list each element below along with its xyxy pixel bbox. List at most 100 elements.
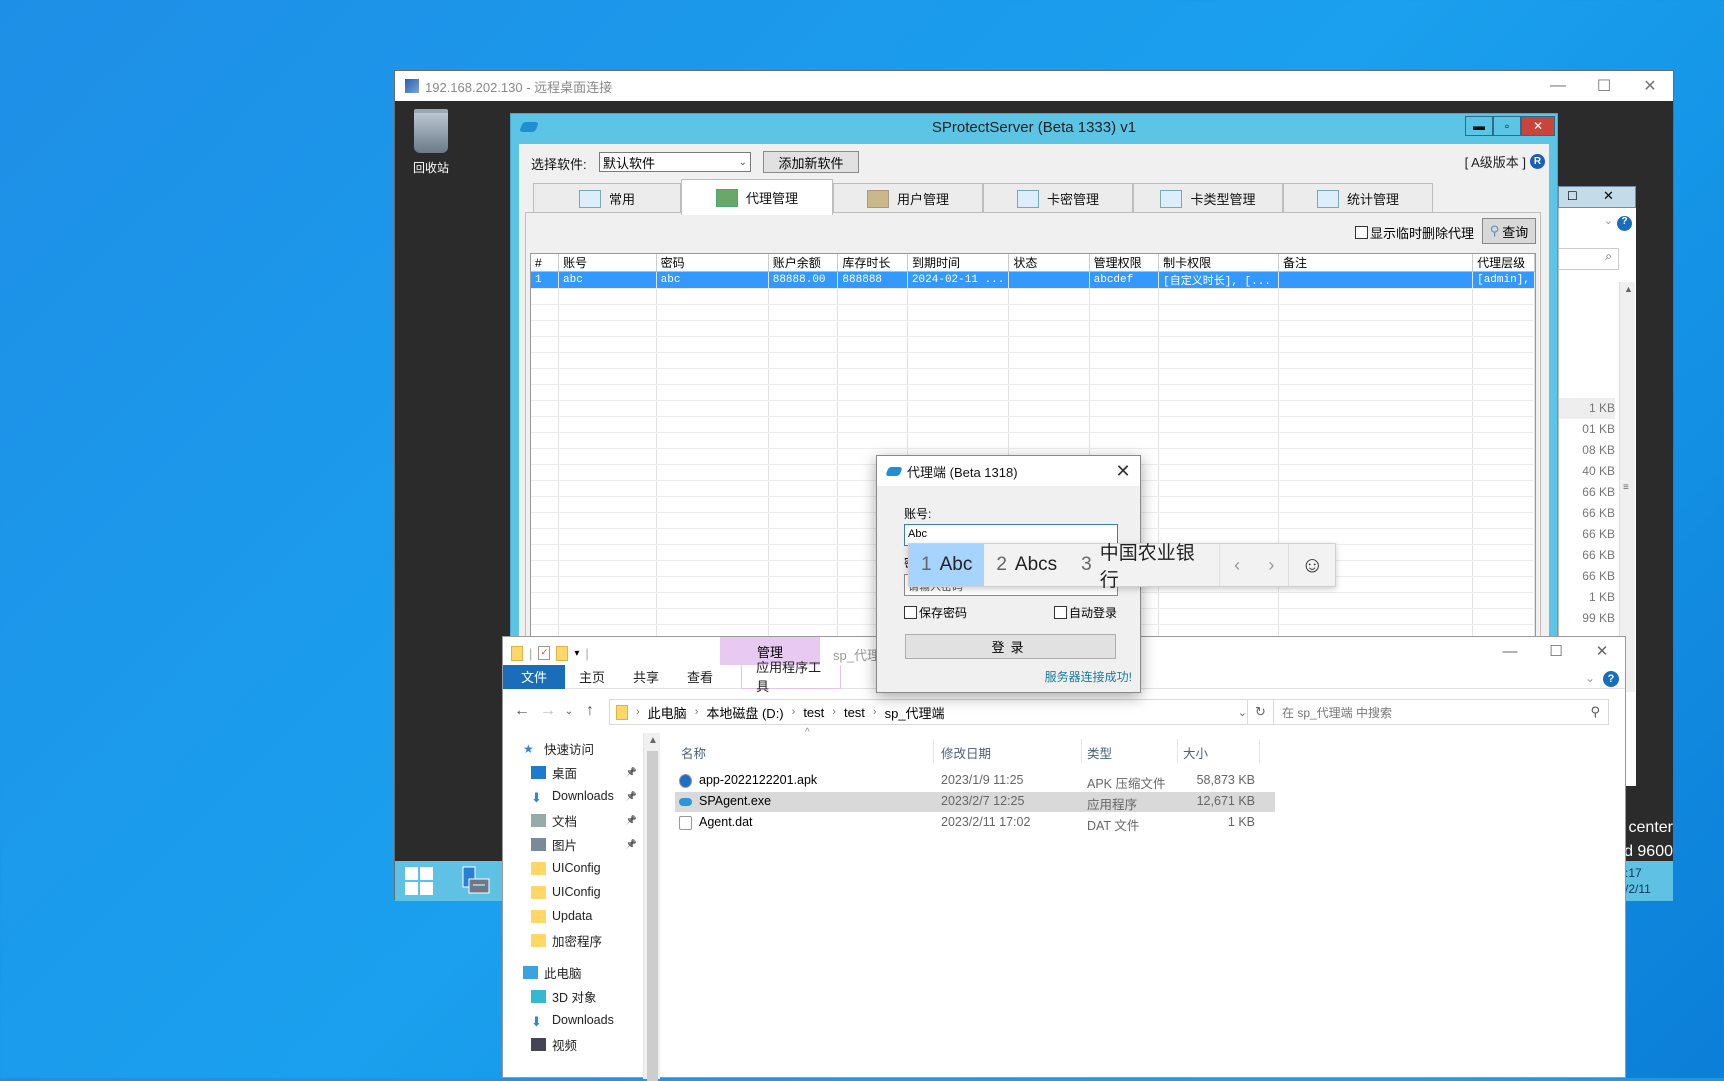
add-software-button[interactable]: 添加新软件 xyxy=(763,151,859,173)
ime-candidate[interactable]: 1 Abc xyxy=(909,544,985,586)
rdp-maximize-button[interactable]: ☐ xyxy=(1581,71,1627,101)
ime-candidate[interactable]: 2 Abcs xyxy=(984,544,1069,586)
ime-candidate[interactable]: 3 中国农业银行 xyxy=(1069,543,1219,591)
ime-prev-icon[interactable]: ‹ xyxy=(1220,544,1254,586)
column-date[interactable]: 修改日期 xyxy=(941,743,991,762)
refresh-icon[interactable]: ↻ xyxy=(1247,700,1273,724)
server-manager-icon[interactable] xyxy=(459,865,491,897)
column-header[interactable]: 密码 xyxy=(656,254,769,272)
nav-item[interactable]: ★ 快速访问 xyxy=(503,737,643,759)
bg-help-icon[interactable]: ? xyxy=(1617,216,1632,231)
breadcrumb-item[interactable]: test xyxy=(803,705,824,720)
help-icon[interactable]: ? xyxy=(1603,671,1619,687)
scroll-up-icon[interactable]: ▲ xyxy=(648,735,658,746)
column-header[interactable]: 账号 xyxy=(558,254,657,272)
nav-item[interactable]: 视频 xyxy=(503,1033,643,1055)
tab-user-management[interactable]: 用户管理 xyxy=(833,183,983,213)
sp-minimize-button[interactable]: ▬ xyxy=(1465,116,1493,136)
windows-start-icon[interactable] xyxy=(405,867,433,895)
bg-search-icon[interactable]: ⌕ xyxy=(1559,248,1619,270)
qat-dropdown-icon[interactable]: ▾ xyxy=(574,648,579,659)
breadcrumb-item[interactable]: 本地磁盘 (D:) xyxy=(706,703,783,722)
column-header[interactable]: 制卡权限 xyxy=(1158,254,1280,272)
column-size[interactable]: 大小 xyxy=(1183,743,1208,762)
ribbon-tab-view[interactable]: 查看 xyxy=(673,665,727,689)
save-password-checkbox[interactable]: 保存密码 xyxy=(904,604,967,621)
nav-item[interactable]: ⬇ Downloads 📌 xyxy=(503,785,643,807)
ribbon-expand-icon[interactable]: ⌄ xyxy=(1585,671,1595,685)
column-type[interactable]: 类型 xyxy=(1087,743,1112,762)
show-deleted-agents-checkbox[interactable]: 显示临时删除代理 xyxy=(1354,223,1474,242)
rdp-minimize-button[interactable]: — xyxy=(1535,71,1581,101)
recycle-bin-desktop-icon[interactable]: 回收站 xyxy=(403,109,459,176)
bg-close-button[interactable]: ✕ xyxy=(1603,188,1614,204)
ribbon-tab-share[interactable]: 共享 xyxy=(619,665,673,689)
file-row[interactable]: SPAgent.exe 2023/2/7 12:25 应用程序 12,671 KB xyxy=(675,792,1275,812)
breadcrumb-item[interactable]: sp_代理端 xyxy=(885,703,945,722)
nav-item[interactable]: UIConfig xyxy=(503,857,643,879)
column-header[interactable]: 账户余额 xyxy=(768,254,839,272)
search-input[interactable]: 在 sp_代理端 中搜索 ⚲ xyxy=(1273,699,1609,725)
emoji-icon[interactable]: ☺ xyxy=(1289,544,1335,586)
nav-item[interactable]: UIConfig xyxy=(503,881,643,903)
new-folder-icon[interactable] xyxy=(556,645,569,661)
column-header[interactable]: 库存时长 xyxy=(837,254,908,272)
explorer-maximize-button[interactable]: ☐ xyxy=(1533,637,1579,665)
explorer-minimize-button[interactable]: — xyxy=(1487,637,1533,665)
column-header[interactable]: # xyxy=(531,254,560,272)
column-header[interactable]: 备注 xyxy=(1278,254,1474,272)
column-separator[interactable] xyxy=(1259,739,1260,763)
query-button[interactable]: ⚲ 查询 xyxy=(1482,218,1536,244)
column-header[interactable]: 管理权限 xyxy=(1089,254,1160,272)
ribbon-tab-file[interactable]: 文件 xyxy=(503,664,566,689)
up-icon[interactable]: ↑ xyxy=(577,702,603,720)
sp-close-button[interactable]: ✕ xyxy=(1521,116,1555,136)
explorer-close-button[interactable]: ✕ xyxy=(1579,637,1625,665)
bg-scrollbar[interactable]: ▲ ≡ xyxy=(1619,282,1635,692)
column-separator[interactable] xyxy=(1177,739,1178,763)
bg-maximize-button[interactable]: ☐ xyxy=(1567,189,1578,203)
breadcrumb-item[interactable]: test xyxy=(844,705,865,720)
properties-icon[interactable]: ✓ xyxy=(538,646,551,660)
column-header[interactable]: 状态 xyxy=(1008,254,1090,272)
nav-item[interactable]: 加密程序 xyxy=(503,929,643,951)
nav-item[interactable]: 3D 对象 xyxy=(503,985,643,1007)
tab-statistics[interactable]: 统计管理 xyxy=(1283,183,1433,213)
login-close-button[interactable]: ✕ xyxy=(1112,460,1134,482)
nav-item[interactable]: Updata xyxy=(503,905,643,927)
address-bar[interactable]: › 此电脑 › 本地磁盘 (D:) › test › test › sp_代理端… xyxy=(609,699,1274,725)
sp-maximize-button[interactable]: ▫ xyxy=(1493,116,1521,136)
tab-agent-management[interactable]: 代理管理 xyxy=(681,179,833,215)
navpane-scrollbar[interactable]: ▲ xyxy=(643,733,660,1081)
nav-item[interactable]: 此电脑 xyxy=(503,961,643,983)
ime-next-icon[interactable]: › xyxy=(1254,544,1288,586)
column-name[interactable]: 名称 xyxy=(681,743,706,762)
nav-item[interactable]: 图片 📌 xyxy=(503,833,643,855)
column-separator[interactable] xyxy=(933,739,934,763)
column-separator[interactable] xyxy=(1081,739,1082,763)
folder-icon[interactable] xyxy=(511,645,523,661)
back-icon[interactable]: ← xyxy=(509,702,535,720)
rdp-clock[interactable]: :17 /2/11 xyxy=(1623,861,1673,901)
nav-item[interactable]: ⬇ Downloads xyxy=(503,1009,643,1031)
tab-card-management[interactable]: 卡密管理 xyxy=(983,183,1133,213)
auto-login-checkbox[interactable]: 自动登录 xyxy=(1054,604,1117,621)
tab-common[interactable]: 常用 xyxy=(533,183,681,213)
rdp-close-button[interactable]: ✕ xyxy=(1627,71,1673,101)
file-row[interactable]: Agent.dat 2023/2/11 17:02 DAT 文件 1 KB xyxy=(675,813,1275,833)
column-header[interactable]: 代理层级 xyxy=(1472,254,1535,272)
breadcrumb-item[interactable]: 此电脑 xyxy=(648,703,687,722)
recent-dropdown-icon[interactable]: ⌄ xyxy=(561,706,577,717)
scroll-thumb[interactable] xyxy=(647,751,658,1081)
tab-card-type-management[interactable]: 卡类型管理 xyxy=(1133,183,1283,213)
file-row[interactable]: app-2022122201.apk 2023/1/9 11:25 APK 压缩文件… xyxy=(675,771,1275,791)
login-button[interactable]: 登录 xyxy=(905,634,1116,659)
forward-icon[interactable]: → xyxy=(535,702,561,720)
column-header[interactable]: 到期时间 xyxy=(907,254,1010,272)
nav-item[interactable]: 桌面 📌 xyxy=(503,761,643,783)
address-dropdown-icon[interactable]: ⌄ xyxy=(1238,700,1247,724)
table-row[interactable]: 1 abc abc 88888.00 888888 2024-02-11 ... abcde… xyxy=(531,271,1535,289)
ribbon-tab-home[interactable]: 主页 xyxy=(565,665,619,689)
ribbon-tab-app-tools[interactable]: 应用程序工具 xyxy=(741,660,842,694)
nav-item[interactable]: 文档 📌 xyxy=(503,809,643,831)
